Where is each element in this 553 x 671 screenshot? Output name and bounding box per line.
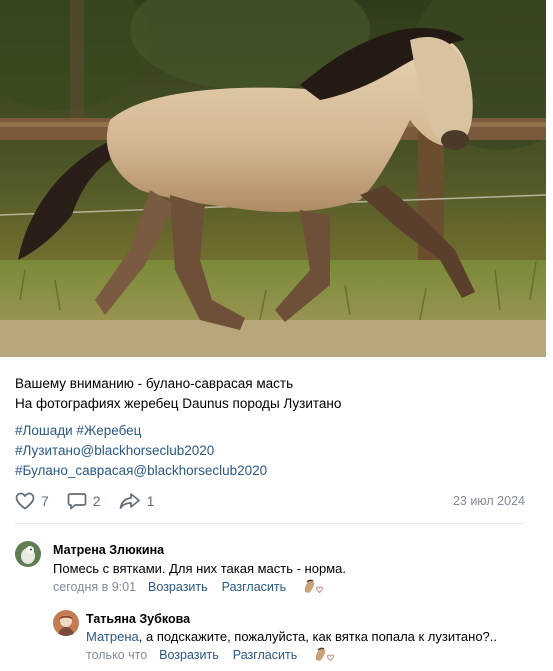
comment-time[interactable]: сегодня в 9:01 bbox=[53, 580, 136, 594]
post-actions: 7 2 1 bbox=[15, 490, 172, 512]
disagree-button[interactable]: Разгласить bbox=[222, 580, 286, 594]
comment-text-body: , а подскажите, пожалуйста, как вятка по… bbox=[138, 629, 498, 644]
comment-author[interactable]: Матрена Злюкина bbox=[53, 543, 164, 557]
divider bbox=[15, 523, 525, 524]
bird-avatar-image bbox=[15, 541, 41, 567]
post-text-line-2: На фотографиях жеребец Daunus породы Луз… bbox=[15, 396, 342, 411]
hashtag-link[interactable]: #Лошади #Жеребец bbox=[15, 421, 535, 441]
post-date[interactable]: 23 июл 2024 bbox=[453, 494, 525, 508]
shares-count: 1 bbox=[146, 493, 155, 509]
like-button[interactable]: 7 bbox=[15, 492, 49, 510]
disagree-button[interactable]: Разгласить bbox=[233, 648, 297, 662]
avatar[interactable] bbox=[15, 541, 41, 567]
comment-text: Матрена, а подскажите, пожалуйста, как в… bbox=[86, 629, 497, 644]
hashtag-link[interactable]: #Булано_саврасая@blackhorseclub2020 bbox=[15, 461, 535, 481]
post-hashtags: #Лошади #Жеребец #Лузитано@blackhorseclu… bbox=[15, 421, 535, 481]
share-button[interactable]: 1 bbox=[119, 492, 155, 510]
comment-icon bbox=[67, 493, 87, 510]
comment-meta: только что Возразить Разгласить bbox=[86, 648, 297, 662]
user-avatar-image bbox=[53, 610, 79, 636]
heart-icon bbox=[15, 492, 35, 510]
post-photo[interactable] bbox=[0, 0, 546, 357]
avatar[interactable] bbox=[53, 610, 79, 636]
share-icon bbox=[119, 493, 140, 509]
comment-text: Помесь с вятками. Для них такая масть - … bbox=[53, 561, 346, 576]
comments-count: 2 bbox=[92, 493, 101, 509]
reaction-icon[interactable] bbox=[312, 646, 336, 664]
reply-button[interactable]: Возразить bbox=[148, 580, 208, 594]
comment-meta: сегодня в 9:01 Возразить Разгласить bbox=[53, 580, 286, 594]
likes-count: 7 bbox=[41, 493, 49, 509]
horse-reaction-icon bbox=[315, 647, 334, 662]
reply-button[interactable]: Возразить bbox=[159, 648, 219, 662]
hashtag-link[interactable]: #Лузитано@blackhorseclub2020 bbox=[15, 441, 535, 461]
horse-photo-illustration bbox=[0, 0, 546, 357]
comment-time[interactable]: только что bbox=[86, 648, 147, 662]
comment-author[interactable]: Татьяна Зубкова bbox=[86, 612, 190, 626]
post-text-line-1: Вашему вниманию - булано-саврасая масть bbox=[15, 376, 294, 391]
horse-reaction-icon bbox=[304, 579, 323, 594]
reaction-icon[interactable] bbox=[301, 578, 325, 596]
mention-link[interactable]: Матрена bbox=[86, 629, 139, 644]
post-text: Вашему вниманию - булано-саврасая масть … bbox=[15, 374, 535, 414]
comment-button[interactable]: 2 bbox=[67, 492, 101, 510]
